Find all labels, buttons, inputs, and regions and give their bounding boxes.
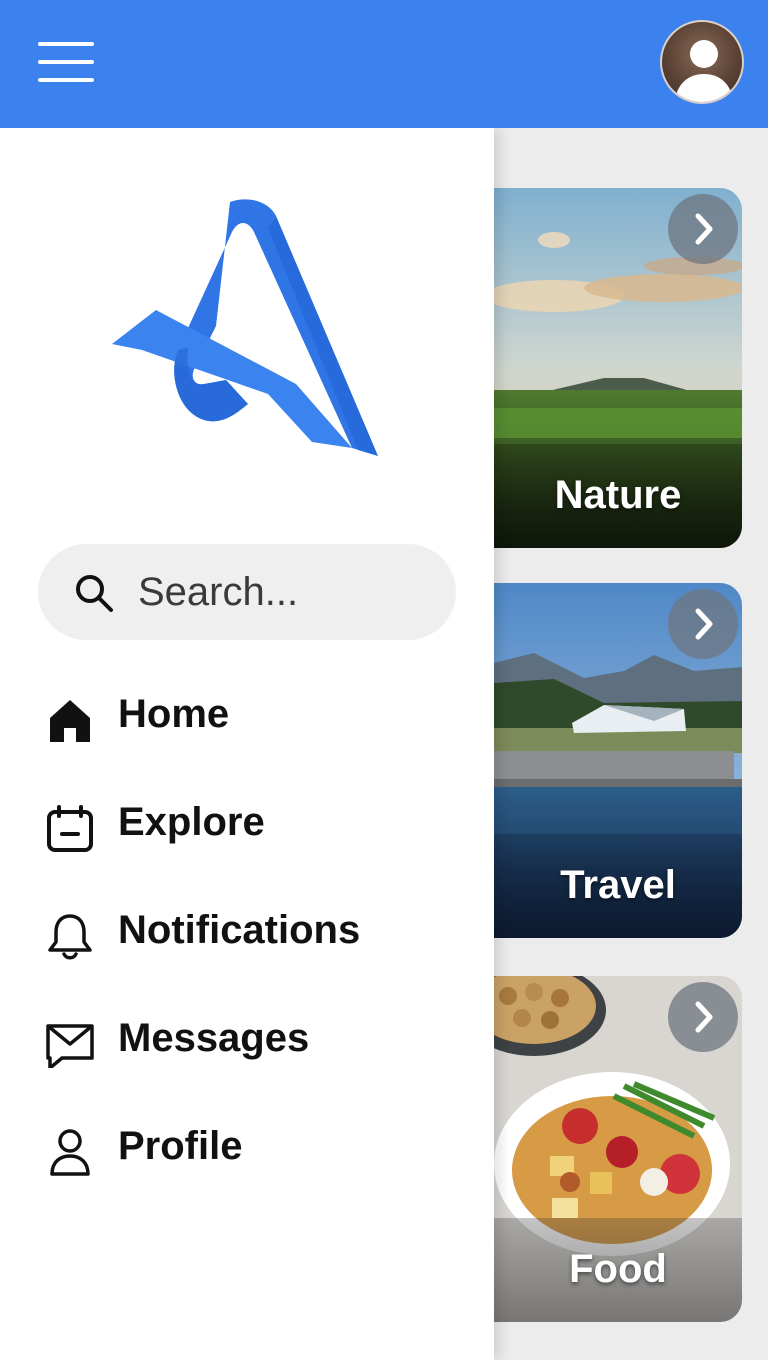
nav-label-profile: Profile: [118, 1124, 243, 1168]
nav-label-notifications: Notifications: [118, 908, 361, 952]
chevron-right-icon[interactable]: [668, 194, 738, 264]
top-app-bar: [0, 0, 768, 128]
nav-item-notifications[interactable]: Notifications: [44, 900, 464, 970]
card-label-nature: Nature: [554, 473, 682, 517]
card-label-travel: Travel: [560, 863, 676, 907]
card-food[interactable]: Food: [494, 976, 742, 1322]
chevron-right-icon[interactable]: [668, 589, 738, 659]
navigation-drawer: Home Explore Notifications Messages: [0, 128, 494, 1360]
chevron-right-icon[interactable]: [668, 982, 738, 1052]
hamburger-menu-icon[interactable]: [38, 40, 96, 84]
calendar-icon: [47, 805, 93, 852]
nav-item-home[interactable]: Home: [44, 684, 464, 754]
home-icon: [50, 700, 90, 742]
nav-label-explore: Explore: [118, 800, 265, 844]
avatar-person-icon: [674, 40, 734, 102]
category-cards-panel: Nature Travel Food: [494, 128, 768, 1360]
nav-item-profile[interactable]: Profile: [44, 1116, 464, 1186]
search-input[interactable]: [138, 562, 438, 622]
mail-icon: [46, 1024, 94, 1068]
person-icon: [50, 1129, 90, 1176]
search-bar[interactable]: [38, 544, 456, 640]
nav-item-messages[interactable]: Messages: [44, 1008, 464, 1078]
app-logo: [112, 199, 378, 457]
card-label-food: Food: [569, 1247, 667, 1291]
card-nature[interactable]: Nature: [494, 188, 742, 548]
bell-icon: [48, 914, 92, 960]
nav-label-home: Home: [118, 692, 230, 736]
search-icon: [76, 575, 113, 612]
nav-item-explore[interactable]: Explore: [44, 792, 464, 862]
user-avatar[interactable]: [660, 20, 744, 104]
card-travel[interactable]: Travel: [494, 583, 742, 938]
nav-label-messages: Messages: [118, 1016, 310, 1060]
